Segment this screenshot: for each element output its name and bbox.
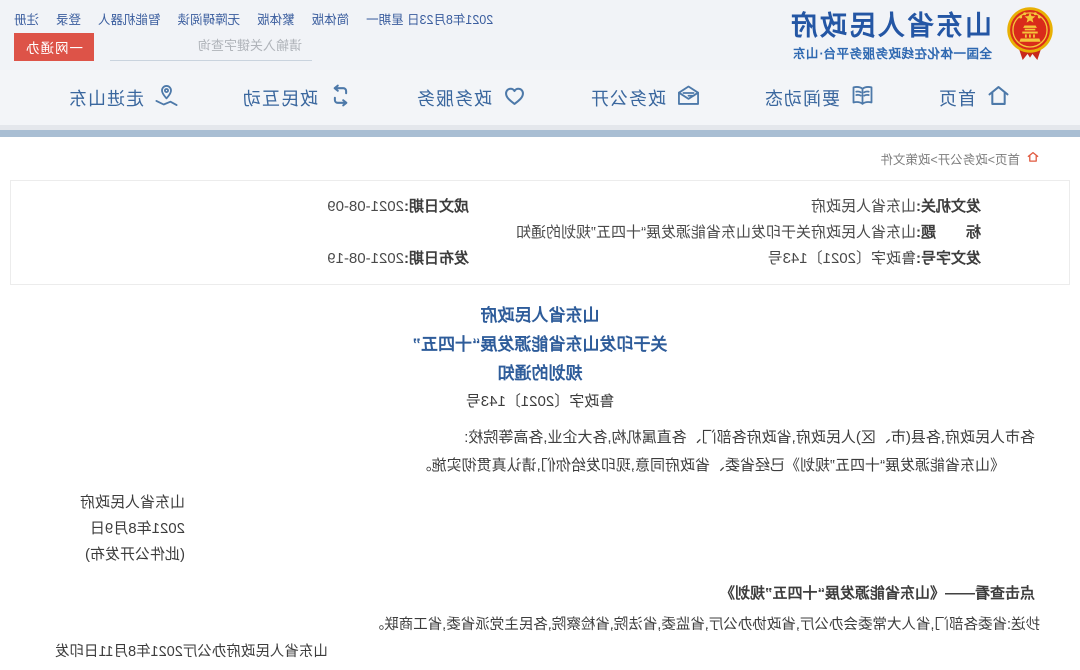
breadcrumb-home-icon bbox=[1026, 150, 1040, 167]
national-emblem-icon bbox=[1004, 5, 1056, 68]
document-title-line2: 关于印发山东省能源发展“十四五” bbox=[0, 330, 1080, 359]
link-simplified[interactable]: 简体版 bbox=[312, 9, 350, 28]
nav-label: 政务服务 bbox=[416, 85, 492, 111]
accent-strip bbox=[0, 130, 1080, 137]
title-label: 标 题: bbox=[916, 224, 981, 241]
exchange-icon bbox=[327, 82, 354, 114]
doc-no-label: 发文字号: bbox=[916, 250, 981, 267]
document-number: 鲁政字〔2021〕143号 bbox=[0, 388, 1080, 416]
link-accessibility[interactable]: 无障碍阅读 bbox=[178, 9, 241, 28]
utility-links: 2021年8月23日 星期一 简体版 繁体版 无障碍阅读 智能机器人 登录 注册 bbox=[14, 9, 493, 28]
meta-row-issuer: 发文机关:山东省人民政府 成文日期:2021-08-09 bbox=[11, 194, 1069, 220]
salutation-paragraph: 各市人民政府,各县(市、区)人民政府,省政府各部门、各直属机构,各大企业,各高等… bbox=[45, 424, 1035, 452]
heart-icon bbox=[501, 82, 528, 114]
nav-item-home[interactable]: 首页 bbox=[938, 82, 1012, 114]
nav-label: 首页 bbox=[938, 85, 976, 111]
search-area: 一网通办 bbox=[14, 33, 312, 61]
nav-item-gov-services[interactable]: 政务服务 bbox=[416, 82, 528, 114]
link-login[interactable]: 登录 bbox=[56, 9, 81, 28]
site-title: 山东省人民政府 bbox=[789, 11, 992, 41]
meta-row-title: 标 题:山东省人民政府关于印发山东省能源发展“十四五”规划的通知 bbox=[11, 220, 1069, 246]
print-line: 山东省人民政府办公厅2021年8月11日印发 bbox=[55, 640, 1025, 661]
book-icon bbox=[849, 82, 876, 114]
issuer-value: 山东省人民政府 bbox=[811, 198, 916, 215]
nav-label: 走进山东 bbox=[68, 85, 144, 111]
mail-icon bbox=[675, 82, 702, 114]
map-pin-icon bbox=[153, 82, 180, 114]
document-title-line3: 规划的通知 bbox=[0, 359, 1080, 388]
header: 山东省人民政府 全国一体化在线政务服务平台·山东 2021年8月23日 星期一 … bbox=[0, 0, 1080, 70]
cc-line: 抄送:省委各部门,省人大常委会办公厅,省政协办公厅,省监委,省法院,省检察院,各… bbox=[40, 613, 1040, 634]
nav-label: 政民互动 bbox=[242, 85, 318, 111]
issuer-label: 发文机关: bbox=[916, 198, 981, 215]
title-value: 山东省人民政府关于印发山东省能源发展“十四五”规划的通知 bbox=[516, 224, 916, 241]
mirrored-canvas: 山东省人民政府 全国一体化在线政务服务平台·山东 2021年8月23日 星期一 … bbox=[0, 0, 1080, 670]
one-stop-service-button[interactable]: 一网通办 bbox=[14, 33, 94, 61]
logo-text: 山东省人民政府 全国一体化在线政务服务平台·山东 bbox=[789, 11, 992, 62]
site-subtitle: 全国一体化在线政务服务平台·山东 bbox=[789, 43, 992, 62]
nav-item-interaction[interactable]: 政民互动 bbox=[242, 82, 354, 114]
page: 山东省人民政府 全国一体化在线政务服务平台·山东 2021年8月23日 星期一 … bbox=[0, 0, 1080, 670]
nav-item-gov-disclosure[interactable]: 政务公开 bbox=[590, 82, 702, 114]
body-paragraph: 《山东省能源发展“十四五”规划》已经省委、省政府同意,现印发给你们,请认真贯彻实… bbox=[45, 452, 1035, 480]
main-nav: 首页 要闻动态 政务公开 政务服务 政民互动 bbox=[0, 70, 1080, 125]
nav-label: 政务公开 bbox=[590, 85, 666, 111]
link-smart-robot[interactable]: 智能机器人 bbox=[98, 9, 161, 28]
document-meta-box: 发文机关:山东省人民政府 成文日期:2021-08-09 标 题:山东省人民政府… bbox=[10, 180, 1070, 285]
current-date: 2021年8月23日 星期一 bbox=[366, 9, 493, 28]
site-logo: 山东省人民政府 全国一体化在线政务服务平台·山东 bbox=[789, 0, 1056, 70]
nav-label: 要闻动态 bbox=[764, 85, 840, 111]
signature-issuer: 山东省人民政府 bbox=[0, 490, 185, 516]
document-title-line1: 山东省人民政府 bbox=[0, 301, 1080, 330]
attachment-link[interactable]: 点击查看——《山东省能源发展“十四五”规划》 bbox=[45, 582, 1035, 603]
publish-date: 发布日期:2021-08-19 bbox=[327, 246, 469, 272]
home-icon bbox=[985, 82, 1012, 114]
signature-block: 山东省人民政府 2021年8月9日 (此件公开发布) bbox=[0, 490, 185, 568]
public-release-note: (此件公开发布) bbox=[0, 542, 185, 568]
doc-no-value: 鲁政字〔2021〕143号 bbox=[768, 250, 916, 267]
signature-date: 2021年8月9日 bbox=[0, 516, 185, 542]
link-traditional[interactable]: 繁体版 bbox=[257, 9, 295, 28]
content: 首页>政务公开>政策文件 发文机关:山东省人民政府 成文日期:2021-08-0… bbox=[0, 149, 1080, 661]
breadcrumb-path: 首页>政务公开>政策文件 bbox=[880, 149, 1020, 168]
search-input[interactable] bbox=[110, 34, 312, 61]
nav-item-news[interactable]: 要闻动态 bbox=[764, 82, 876, 114]
header-right: 2021年8月23日 星期一 简体版 繁体版 无障碍阅读 智能机器人 登录 注册… bbox=[14, 0, 493, 70]
link-register[interactable]: 注册 bbox=[14, 9, 39, 28]
written-date: 成文日期:2021-08-09 bbox=[327, 194, 469, 220]
breadcrumb[interactable]: 首页>政务公开>政策文件 bbox=[0, 149, 1040, 168]
nav-item-discover-shandong[interactable]: 走进山东 bbox=[68, 82, 180, 114]
meta-row-docno: 发文字号:鲁政字〔2021〕143号 发布日期:2021-08-19 bbox=[11, 246, 1069, 272]
